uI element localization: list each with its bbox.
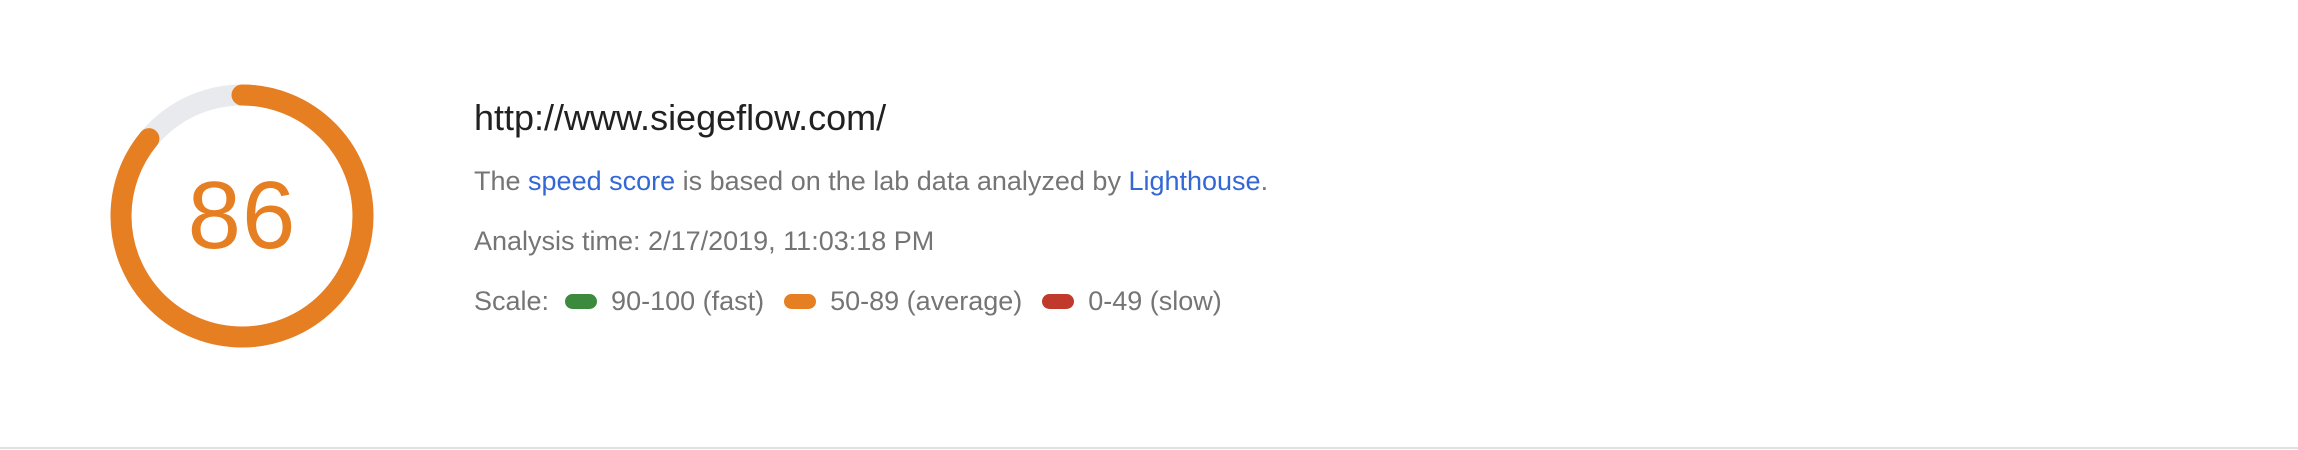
scale-slow-swatch: [1042, 293, 1075, 309]
scale-fast-label: 90-100 (fast): [611, 286, 765, 316]
scale-label: Scale:: [474, 286, 550, 316]
description-prefix: The: [474, 166, 529, 196]
score-gauge: 86: [109, 83, 375, 349]
scale-fast-swatch: [565, 293, 598, 309]
scale-slow-label: 0-49 (slow): [1088, 286, 1222, 316]
score-scale: Scale: 90-100 (fast) 50-89 (average) 0-4…: [474, 281, 2274, 321]
analysis-time: Analysis time: 2/17/2019, 11:03:18 PM: [474, 226, 935, 256]
analyzed-url: http://www.siegeflow.com/: [474, 97, 887, 138]
section-divider: [0, 447, 2298, 449]
score-info: http://www.siegeflow.com/ The speed scor…: [474, 92, 2274, 321]
description-middle: is based on the lab data analyzed by: [675, 166, 1129, 196]
scale-average-swatch: [784, 293, 817, 309]
score-value: 86: [187, 162, 297, 269]
score-description: The speed score is based on the lab data…: [474, 161, 2274, 201]
lighthouse-link[interactable]: Lighthouse: [1128, 166, 1260, 196]
speed-score-link[interactable]: speed score: [528, 166, 675, 196]
speed-score-summary: 86 http://www.siegeflow.com/ The speed s…: [0, 0, 2298, 450]
scale-average-label: 50-89 (average): [830, 286, 1023, 316]
description-suffix: .: [1260, 166, 1269, 196]
